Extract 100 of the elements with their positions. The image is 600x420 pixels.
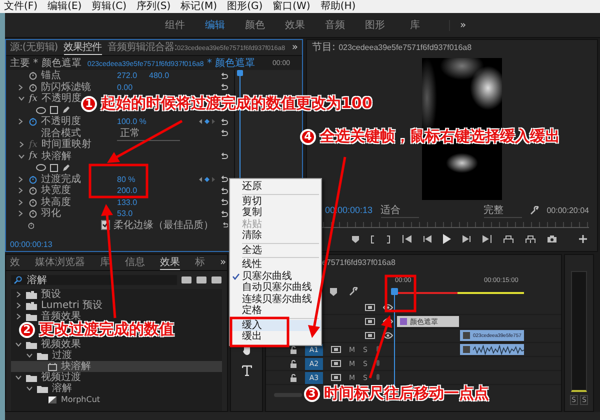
step-back-icon[interactable] xyxy=(423,235,432,243)
workspace-tab[interactable]: 图形 xyxy=(355,18,395,32)
menu-item[interactable]: 复制 xyxy=(230,207,321,218)
blend-mode-dropdown[interactable]: 正常 xyxy=(117,126,180,141)
property-value[interactable]: 480.0 xyxy=(149,71,177,80)
menu-item[interactable]: 贝塞尔曲线 xyxy=(230,270,321,282)
stopwatch-icon[interactable] xyxy=(29,209,37,218)
eye-icon[interactable] xyxy=(383,332,393,339)
chevron-icon[interactable] xyxy=(18,210,25,218)
menu-item[interactable]: 窗口(W) xyxy=(272,0,310,12)
add-icon[interactable] xyxy=(579,235,587,243)
reset-icon[interactable] xyxy=(220,186,228,195)
type-tool-icon[interactable] xyxy=(242,365,252,376)
menu-item[interactable]: 清除 xyxy=(230,230,321,242)
yuv-effects-icon[interactable] xyxy=(211,276,222,284)
pen-icon[interactable] xyxy=(62,106,70,114)
step-forward-icon[interactable] xyxy=(462,235,471,243)
ellipse-mask-icon[interactable] xyxy=(36,106,46,114)
property-value[interactable]: 200.0 xyxy=(117,186,145,196)
panel-tab[interactable]: 效 xyxy=(10,256,20,269)
workspace-tab[interactable]: 编辑 xyxy=(195,18,235,32)
effect-tree-item[interactable]: 预设 xyxy=(11,289,222,300)
go-to-out-icon[interactable] xyxy=(482,235,492,243)
32bit-effects-icon[interactable] xyxy=(196,276,207,284)
chevron-icon[interactable] xyxy=(15,302,22,309)
wrench-icon[interactable] xyxy=(530,206,539,214)
fit-dropdown[interactable]: 适合 xyxy=(380,202,419,218)
extract-icon[interactable] xyxy=(525,235,536,243)
reset-icon[interactable] xyxy=(220,118,228,126)
property-value[interactable]: 53.0 xyxy=(117,209,145,218)
reset-icon[interactable] xyxy=(220,129,228,138)
lock-icon[interactable] xyxy=(290,346,297,354)
menu-item[interactable]: 文件(F) xyxy=(4,0,38,12)
property-value[interactable]: 100.0 % xyxy=(117,117,145,126)
play-icon[interactable] xyxy=(443,234,451,244)
reset-icon[interactable] xyxy=(220,175,228,184)
chevron-icon[interactable] xyxy=(15,341,22,348)
chevron-icon[interactable] xyxy=(18,141,25,148)
wrench-icon[interactable] xyxy=(349,287,358,296)
overflow-button[interactable]: » xyxy=(220,257,226,268)
reset-icon[interactable] xyxy=(220,198,228,206)
overflow-button[interactable]: » xyxy=(292,42,298,53)
marker-icon[interactable] xyxy=(330,288,337,296)
chevron-icon[interactable] xyxy=(15,374,22,381)
stopwatch-icon[interactable] xyxy=(29,117,37,126)
menu-item[interactable]: 定格 xyxy=(230,305,321,316)
keyframe-navigator-icon[interactable] xyxy=(198,176,216,183)
go-to-in-icon[interactable] xyxy=(402,235,412,243)
panel-tab[interactable]: 媒体浏览器 xyxy=(35,256,85,269)
effect-tree-item[interactable]: 过渡 xyxy=(11,350,222,361)
stopwatch-icon[interactable] xyxy=(29,186,37,196)
workspace-tab[interactable]: 音频 xyxy=(315,18,355,32)
chevron-icon[interactable] xyxy=(15,313,22,320)
menu-item[interactable]: 帮助(H) xyxy=(320,0,356,12)
property-value[interactable]: 133.0 xyxy=(117,198,145,207)
chevron-icon[interactable] xyxy=(18,152,25,160)
menu-item[interactable]: 自动贝塞尔曲线 xyxy=(230,282,321,294)
ellipse-mask-icon[interactable] xyxy=(36,164,46,172)
search-field[interactable]: 溶解 xyxy=(11,275,177,285)
menu-item[interactable]: 序列(S) xyxy=(136,0,171,12)
stopwatch-icon[interactable] xyxy=(29,198,37,207)
effect-tree-item[interactable]: 块溶解 xyxy=(11,361,222,372)
chevron-icon[interactable] xyxy=(18,95,25,102)
effect-tree-item[interactable]: 音频效果 xyxy=(11,311,222,322)
effect-tree-item[interactable]: Lumetri 预设 xyxy=(11,300,222,311)
panel-tab[interactable]: 标 xyxy=(195,256,205,269)
eye-icon[interactable] xyxy=(383,304,393,311)
pen-icon[interactable] xyxy=(62,164,70,172)
menu-item[interactable]: 图形(G) xyxy=(227,0,263,12)
lock-icon[interactable] xyxy=(290,374,297,382)
menu-item[interactable]: 连续贝塞尔曲线 xyxy=(230,294,321,305)
mark-in-icon[interactable] xyxy=(370,234,375,244)
marker-icon[interactable] xyxy=(352,236,359,242)
reset-icon[interactable] xyxy=(222,221,228,230)
panel-tab[interactable]: 节目: 023cedeea39e5fe7571f6fd937f016a8 xyxy=(312,41,472,54)
effect-tree-item[interactable]: 视频效果 xyxy=(11,339,222,350)
chevron-icon[interactable] xyxy=(18,198,25,206)
panel-tab[interactable]: 源:(无剪辑) xyxy=(10,41,58,54)
workspace-tab[interactable]: 颜色 xyxy=(235,18,275,32)
menu-item[interactable]: 还原 xyxy=(230,181,321,192)
mark-out-icon[interactable] xyxy=(386,234,391,244)
reset-icon[interactable] xyxy=(220,72,228,80)
panel-tab[interactable]: 效果 xyxy=(160,256,180,270)
stopwatch-icon[interactable] xyxy=(29,71,37,80)
effect-tree-item[interactable]: 视频过渡 xyxy=(11,372,222,383)
property-value[interactable]: 0.00 xyxy=(117,82,145,92)
menu-item[interactable]: 线性 xyxy=(230,259,321,270)
panel-tab[interactable]: 效果控件 xyxy=(64,40,102,54)
quality-dropdown[interactable]: 完整 xyxy=(484,202,522,218)
stopwatch-icon[interactable] xyxy=(29,174,37,184)
accelerated-effects-icon[interactable] xyxy=(181,276,192,284)
reset-icon[interactable] xyxy=(220,83,228,92)
effect-tree-item[interactable]: 溶解 xyxy=(11,383,222,394)
camera-icon[interactable] xyxy=(547,235,557,243)
property-value[interactable]: 80 % xyxy=(117,174,145,184)
menu-item[interactable]: 全选 xyxy=(230,244,321,256)
workspace-tab[interactable]: 库 xyxy=(395,18,435,32)
chevron-icon[interactable] xyxy=(26,385,33,392)
workspace-tab[interactable]: 组件 xyxy=(155,18,195,32)
chevron-icon[interactable] xyxy=(18,187,25,194)
